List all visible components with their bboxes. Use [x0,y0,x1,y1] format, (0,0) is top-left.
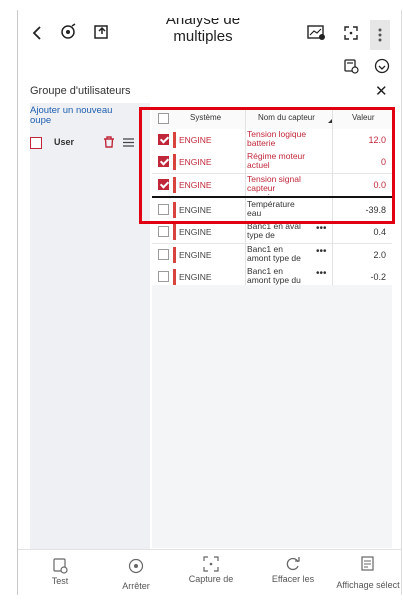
table-row[interactable]: ENGINE Banc1 en amont type de ••• 2.0 [152,243,392,267]
system-color-bar [173,268,176,285]
system-color-bar [173,224,176,241]
frame-left-edge [17,10,18,595]
row-value: 2.0 [373,249,386,260]
graph-icon[interactable] [307,24,327,42]
highlight-frame [139,107,395,224]
clear-button[interactable]: Effacer les [263,556,323,584]
export-icon[interactable] [92,22,112,42]
page-title: Analyse de données multiples [165,18,241,45]
delete-icon[interactable] [102,135,116,149]
row-sensor-name: Banc1 en amont type du [247,266,301,285]
refresh-icon [286,557,300,571]
row-sensor-name: Banc1 en amont type de [247,244,301,263]
bottom-toolbar: Test Arrêter Capture de Effacer les Affi… [18,549,401,600]
vehicle-icon[interactable] [343,58,359,74]
test-button[interactable]: Test [42,558,78,586]
row-sensor-name: Banc1 en aval type de [247,222,301,241]
table-row[interactable]: ENGINE Banc1 en aval type de ••• 0.4 [152,221,392,245]
capture-icon [203,556,219,572]
close-icon[interactable]: ✕ [375,82,388,100]
row-system: ENGINE [179,271,212,282]
row-checkbox[interactable] [158,270,169,282]
table-empty-area [152,285,392,548]
user-label: User [54,137,75,147]
stop-icon [128,558,144,574]
row-more-icon[interactable]: ••• [316,246,327,257]
row-checkbox[interactable] [158,248,169,260]
row-more-icon[interactable]: ••• [316,268,327,279]
display-label: Affichage sélect [336,580,400,590]
gps-signal-icon[interactable] [58,22,78,42]
test-label: Test [51,576,69,586]
row-checkbox[interactable] [158,226,169,238]
user-group-title: Groupe d'utilisateurs [30,85,131,97]
more-icon[interactable] [370,20,390,50]
user-group-panel [30,103,150,549]
display-list-icon [361,556,374,571]
system-color-bar [173,246,176,263]
row-more-icon[interactable]: ••• [316,223,327,234]
stop-label: Arrêter [122,581,150,591]
back-icon[interactable] [30,24,44,42]
vehicle-test-icon [53,558,68,574]
user-group-item[interactable]: User [30,134,150,152]
add-group-link[interactable]: Ajouter un nouveau oupe [30,106,145,126]
stop-button[interactable]: Arrêter [114,558,158,591]
row-value: 0.4 [373,227,386,238]
capture-button[interactable]: Capture de [180,556,242,584]
clear-label: Effacer les [271,574,315,584]
row-system: ENGINE [179,227,212,238]
row-system: ENGINE [179,249,212,260]
capture-label: Capture de [188,574,234,584]
display-selected-button[interactable]: Affichage sélect [336,556,400,590]
download-icon[interactable] [374,58,390,74]
frame-right-edge [401,10,402,595]
row-value: -0.2 [370,271,386,282]
fullscreen-icon[interactable] [343,25,359,41]
menu-icon[interactable] [122,136,134,148]
user-checkbox[interactable] [30,137,42,149]
